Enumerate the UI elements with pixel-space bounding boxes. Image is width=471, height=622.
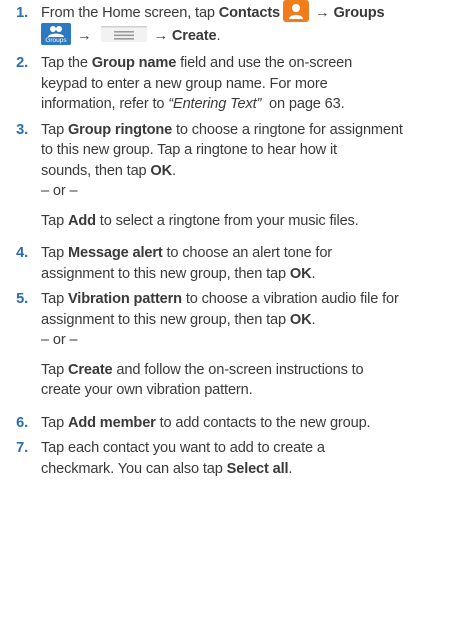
step-6: 6. Tap Add member to add contacts to the…	[8, 413, 468, 434]
cross-reference: “Entering Text”	[168, 96, 262, 112]
contacts-label: Contacts	[218, 5, 281, 21]
groups-icon-caption: Groups	[45, 36, 67, 44]
step-7: 7. Tap each contact you want to add to c…	[8, 438, 468, 479]
arrow: →	[315, 5, 330, 21]
contacts-icon	[283, 0, 310, 23]
menu-icon	[101, 25, 148, 43]
step-5: 5. Tap Vibration pattern to choose a vib…	[8, 289, 468, 401]
step-number: 5.	[16, 291, 28, 307]
step-number: 3.	[16, 121, 28, 138]
step-3: 3. Tap Group ringtone to choose a ringto…	[8, 120, 468, 232]
instruction-list: 1. From the Home screen, tap Contacts → Gr…	[8, 0, 468, 479]
step-1: 1. From the Home screen, tap Contacts → Gr…	[8, 0, 468, 47]
step-number: 6.	[16, 414, 28, 431]
step-number: 2.	[16, 55, 28, 71]
arrow: →	[77, 27, 92, 44]
step-4: 4. Tap Message alert to choose an alert …	[8, 243, 468, 284]
step-text: From the Home screen, tap	[41, 5, 219, 21]
or-separator: – or –	[41, 183, 78, 199]
or-separator: – or –	[41, 332, 78, 348]
arrow: →	[153, 27, 168, 44]
groups-icon: Groups	[41, 22, 71, 45]
groups-label: Groups	[333, 5, 385, 21]
step-number: 1.	[16, 5, 28, 21]
step-2: 2. Tap the Group name field and use the …	[8, 53, 468, 115]
step-number: 4.	[16, 245, 28, 261]
step-number: 7.	[16, 440, 28, 456]
create-label: Create	[171, 27, 217, 44]
